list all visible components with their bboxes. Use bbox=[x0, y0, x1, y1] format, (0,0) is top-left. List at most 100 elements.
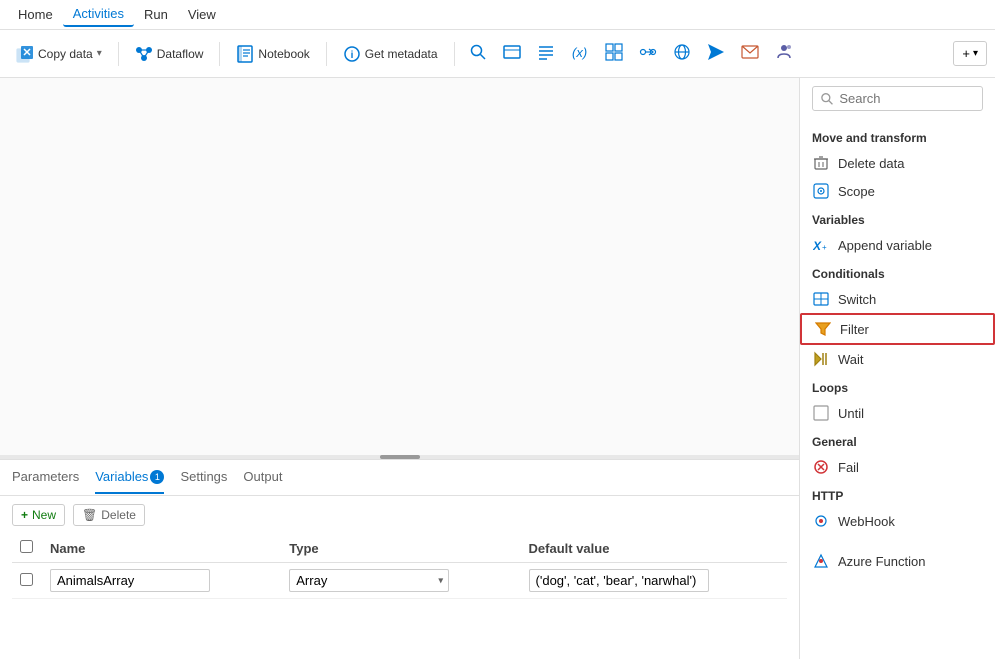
name-input[interactable] bbox=[50, 569, 210, 592]
copy-data-dropdown-icon: ▾ bbox=[97, 48, 102, 59]
tab-output[interactable]: Output bbox=[243, 461, 282, 494]
section-title-variables: Variables bbox=[800, 205, 995, 231]
variables-badge: 1 bbox=[150, 470, 164, 484]
more-button[interactable]: + ▾ bbox=[953, 41, 987, 66]
mail-button[interactable] bbox=[735, 39, 765, 68]
search-input[interactable] bbox=[839, 91, 974, 106]
table-row: Array ▾ bbox=[12, 563, 787, 599]
delete-variable-button[interactable]: 🗑 Delete bbox=[73, 504, 145, 526]
append-variable-icon: X+ bbox=[812, 236, 830, 254]
teams-icon bbox=[775, 43, 793, 64]
teams-button[interactable] bbox=[769, 39, 799, 68]
notebook-icon bbox=[236, 45, 254, 63]
select-all-checkbox[interactable] bbox=[20, 540, 33, 553]
wait-label: Wait bbox=[838, 352, 864, 367]
toolbar-sep-2 bbox=[219, 42, 220, 66]
search-toolbar-button[interactable] bbox=[463, 39, 493, 68]
send-icon bbox=[707, 43, 725, 64]
toolbar: Copy data ▾ Dataflow bbox=[0, 30, 995, 78]
notebook-label: Notebook bbox=[258, 47, 309, 61]
mail-icon bbox=[741, 43, 759, 64]
delete-trash-icon: 🗑 bbox=[82, 508, 97, 522]
pipeline-button[interactable] bbox=[497, 39, 527, 68]
delete-label: Delete bbox=[101, 508, 136, 522]
svg-text:+: + bbox=[822, 243, 827, 252]
new-variable-button[interactable]: + New bbox=[12, 504, 65, 526]
globe-button[interactable] bbox=[667, 39, 697, 68]
list-button[interactable] bbox=[531, 39, 561, 68]
tab-variables[interactable]: Variables1 bbox=[95, 461, 164, 495]
tab-settings[interactable]: Settings bbox=[180, 461, 227, 494]
webhook-icon bbox=[812, 512, 830, 530]
wait-icon bbox=[812, 350, 830, 368]
panel-item-fail[interactable]: Fail bbox=[800, 453, 995, 481]
section-title-loops: Loops bbox=[800, 373, 995, 399]
col-type: Type bbox=[281, 534, 520, 563]
panel-item-webhook[interactable]: WebHook bbox=[800, 507, 995, 535]
panel-item-append-variable[interactable]: X+ Append variable bbox=[800, 231, 995, 259]
menu-bar: Home Activities Run View bbox=[0, 0, 995, 30]
send-button[interactable] bbox=[701, 39, 731, 68]
dataflow-icon bbox=[135, 45, 153, 63]
delete-data-label: Delete data bbox=[838, 156, 905, 171]
variables-toolbar: + New 🗑 Delete bbox=[12, 504, 787, 526]
col-name: Name bbox=[42, 534, 281, 563]
toolbar-sep-1 bbox=[118, 42, 119, 66]
scope-icon bbox=[812, 182, 830, 200]
panel-item-until[interactable]: Until bbox=[800, 399, 995, 427]
expression-button[interactable]: (x) bbox=[565, 39, 595, 68]
dataflow-button[interactable]: Dataflow bbox=[127, 41, 212, 67]
switch-label: Switch bbox=[838, 292, 876, 307]
filter-icon bbox=[814, 320, 832, 338]
transform-button[interactable] bbox=[633, 39, 663, 68]
section-title-move-transform: Move and transform bbox=[800, 123, 995, 149]
schema-icon bbox=[605, 43, 623, 64]
type-select-wrapper: Array ▾ bbox=[289, 569, 449, 592]
get-metadata-button[interactable]: i Get metadata bbox=[335, 41, 446, 67]
search-icon bbox=[821, 92, 833, 106]
design-canvas[interactable] bbox=[0, 78, 799, 455]
copy-data-icon bbox=[16, 45, 34, 63]
panel-item-azure-function[interactable]: Azure Function bbox=[800, 547, 995, 575]
until-icon bbox=[812, 404, 830, 422]
type-select[interactable]: Array bbox=[289, 569, 449, 592]
toolbar-sep-3 bbox=[326, 42, 327, 66]
section-title-conditionals: Conditionals bbox=[800, 259, 995, 285]
filter-label: Filter bbox=[840, 322, 869, 337]
menu-activities[interactable]: Activities bbox=[63, 2, 134, 27]
tab-parameters[interactable]: Parameters bbox=[12, 461, 79, 494]
scope-label: Scope bbox=[838, 184, 875, 199]
menu-run[interactable]: Run bbox=[134, 3, 178, 26]
bottom-panel-content: + New 🗑 Delete Name Type Defaul bbox=[0, 496, 799, 659]
default-value-input[interactable] bbox=[529, 569, 709, 592]
pipeline-icon bbox=[503, 43, 521, 64]
get-metadata-label: Get metadata bbox=[365, 47, 438, 61]
search-box[interactable] bbox=[812, 86, 983, 111]
copy-data-label: Copy data bbox=[38, 47, 93, 61]
webhook-label: WebHook bbox=[838, 514, 895, 529]
expression-icon: (x) bbox=[571, 43, 589, 64]
copy-data-button[interactable]: Copy data ▾ bbox=[8, 41, 110, 67]
schema-button[interactable] bbox=[599, 39, 629, 68]
row-checkbox[interactable] bbox=[20, 573, 33, 586]
list-icon bbox=[537, 43, 555, 64]
section-title-http: HTTP bbox=[800, 481, 995, 507]
more-plus-label: + bbox=[962, 46, 970, 61]
panel-item-wait[interactable]: Wait bbox=[800, 345, 995, 373]
section-title-azure bbox=[800, 535, 995, 547]
notebook-button[interactable]: Notebook bbox=[228, 41, 317, 67]
get-metadata-icon: i bbox=[343, 45, 361, 63]
panel-item-filter[interactable]: Filter bbox=[800, 313, 995, 345]
panel-item-scope[interactable]: Scope bbox=[800, 177, 995, 205]
globe-icon bbox=[673, 43, 691, 64]
panel-item-switch[interactable]: Switch bbox=[800, 285, 995, 313]
azure-function-icon bbox=[812, 552, 830, 570]
main-layout: Parameters Variables1 Settings Output + … bbox=[0, 78, 995, 659]
dataflow-label: Dataflow bbox=[157, 47, 204, 61]
menu-view[interactable]: View bbox=[178, 3, 226, 26]
menu-home[interactable]: Home bbox=[8, 3, 63, 26]
until-label: Until bbox=[838, 406, 864, 421]
right-panel-content: Move and transform Delete data Scope Var… bbox=[800, 119, 995, 659]
transform-icon bbox=[639, 43, 657, 64]
panel-item-delete-data[interactable]: Delete data bbox=[800, 149, 995, 177]
